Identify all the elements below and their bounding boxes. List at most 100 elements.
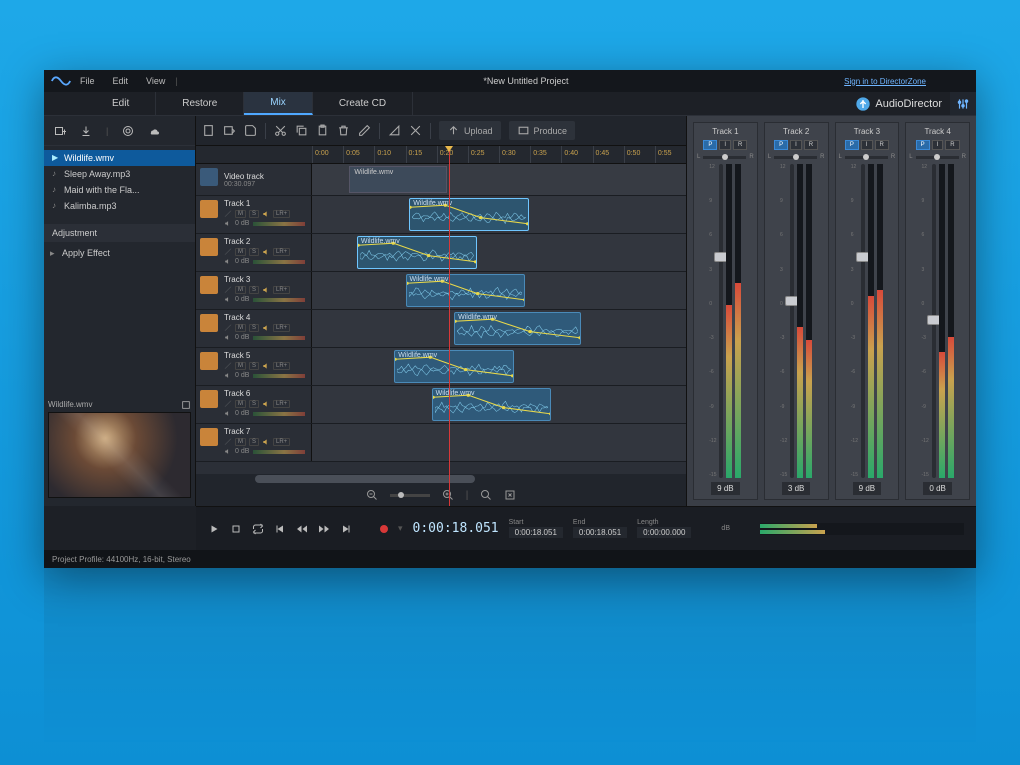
solo-button[interactable]: S	[249, 438, 259, 446]
store-icon[interactable]	[122, 125, 134, 137]
pan-slider[interactable]	[703, 156, 746, 159]
mute-button[interactable]: M	[235, 210, 246, 218]
import-media-icon[interactable]	[223, 124, 236, 137]
solo-button[interactable]: S	[249, 248, 259, 256]
tab-createcd[interactable]: Create CD	[313, 92, 413, 115]
mute-button[interactable]: M	[235, 400, 246, 408]
i-button[interactable]: I	[861, 140, 873, 150]
audio-clip[interactable]: Wildlife.wmv	[394, 350, 514, 383]
audio-clip[interactable]: Wildlife.wmv	[357, 236, 477, 269]
track-lane[interactable]	[312, 424, 686, 461]
track-lane[interactable]: Wildlife.wmv	[312, 348, 686, 385]
track-name[interactable]: Track 4	[224, 313, 305, 322]
file-item[interactable]: Maid with the Fla...	[44, 182, 195, 198]
solo-button[interactable]: S	[249, 324, 259, 332]
p-button[interactable]: P	[845, 140, 859, 150]
draw-icon[interactable]	[224, 286, 232, 294]
apply-effect-button[interactable]: Apply Effect	[44, 242, 195, 264]
preview-thumbnail[interactable]	[48, 412, 191, 498]
pan-slider[interactable]	[774, 156, 817, 159]
fader[interactable]	[932, 164, 936, 478]
fader[interactable]	[861, 164, 865, 478]
lr-button[interactable]: LR+	[273, 210, 290, 218]
zoom-v-icon[interactable]	[480, 489, 492, 501]
menu-edit[interactable]: Edit	[113, 76, 129, 86]
draw-icon[interactable]	[224, 438, 232, 446]
draw-icon[interactable]	[224, 362, 232, 370]
p-button[interactable]: P	[774, 140, 788, 150]
pan-slider[interactable]	[916, 156, 959, 159]
cut-icon[interactable]	[274, 124, 287, 137]
pencil-icon[interactable]	[358, 124, 371, 137]
r-button[interactable]: R	[733, 140, 747, 150]
solo-button[interactable]: S	[249, 362, 259, 370]
next-icon[interactable]	[340, 523, 352, 535]
speaker-icon[interactable]	[262, 324, 270, 332]
prev-icon[interactable]	[274, 523, 286, 535]
forward-icon[interactable]	[318, 523, 330, 535]
track-name[interactable]: Track 6	[224, 389, 305, 398]
p-button[interactable]: P	[916, 140, 930, 150]
speaker-icon[interactable]	[262, 248, 270, 256]
track-lane[interactable]: Wildlife.wmv	[312, 196, 686, 233]
track-lane[interactable]: Wildlife.wmv	[312, 386, 686, 423]
audio-clip[interactable]: Wildlife.wmv	[406, 274, 526, 307]
new-icon[interactable]	[202, 124, 215, 137]
track-lane[interactable]: Wildlife.wmv	[312, 272, 686, 309]
mute-button[interactable]: M	[235, 248, 246, 256]
audio-clip[interactable]: Wildlife.wmv	[454, 312, 581, 345]
draw-icon[interactable]	[224, 248, 232, 256]
menu-file[interactable]: File	[80, 76, 95, 86]
mute-button[interactable]: M	[235, 362, 246, 370]
track-lane[interactable]: Wildlife.wmv	[312, 234, 686, 271]
lr-button[interactable]: LR+	[273, 438, 290, 446]
loop-icon[interactable]	[252, 523, 264, 535]
i-button[interactable]: I	[790, 140, 802, 150]
playhead[interactable]	[449, 146, 450, 506]
audio-clip[interactable]: Wildlife.wmv	[409, 198, 529, 231]
upload-button[interactable]: Upload	[439, 121, 501, 140]
draw-icon[interactable]	[224, 210, 232, 218]
crossfade-icon[interactable]	[409, 124, 422, 137]
speaker-icon[interactable]	[262, 286, 270, 294]
speaker-icon[interactable]	[262, 362, 270, 370]
record-button[interactable]	[380, 525, 388, 533]
draw-icon[interactable]	[224, 400, 232, 408]
i-button[interactable]: I	[719, 140, 731, 150]
track-name[interactable]: Track 1	[224, 199, 305, 208]
download-icon[interactable]	[80, 125, 92, 137]
video-lane[interactable]: Wildlife.wmv	[312, 164, 686, 195]
pan-slider[interactable]	[845, 156, 888, 159]
track-name[interactable]: Track 5	[224, 351, 305, 360]
lr-button[interactable]: LR+	[273, 286, 290, 294]
copy-icon[interactable]	[295, 124, 308, 137]
solo-button[interactable]: S	[249, 400, 259, 408]
signin-link[interactable]: Sign in to DirectorZone	[844, 77, 926, 86]
tab-mix[interactable]: Mix	[244, 92, 313, 115]
save-icon[interactable]	[244, 124, 257, 137]
cloud-icon[interactable]	[148, 125, 160, 137]
tab-restore[interactable]: Restore	[156, 92, 244, 115]
track-lane[interactable]: Wildlife.wmv	[312, 310, 686, 347]
popout-icon[interactable]	[181, 400, 191, 410]
time-ruler[interactable]: 0:000:050:100:150:200:250:300:350:400:45…	[196, 146, 686, 164]
fit-icon[interactable]	[504, 489, 516, 501]
lr-button[interactable]: LR+	[273, 400, 290, 408]
menu-view[interactable]: View	[146, 76, 165, 86]
rewind-icon[interactable]	[296, 523, 308, 535]
play-icon[interactable]	[208, 523, 220, 535]
file-item[interactable]: Wildlife.wmv	[44, 150, 195, 166]
fade-icon[interactable]	[388, 124, 401, 137]
lr-button[interactable]: LR+	[273, 248, 290, 256]
produce-button[interactable]: Produce	[509, 121, 576, 140]
r-button[interactable]: R	[875, 140, 889, 150]
r-button[interactable]: R	[804, 140, 818, 150]
speaker-icon[interactable]	[262, 210, 270, 218]
mute-button[interactable]: M	[235, 286, 246, 294]
solo-button[interactable]: S	[249, 210, 259, 218]
stop-icon[interactable]	[230, 523, 242, 535]
track-name[interactable]: Track 2	[224, 237, 305, 246]
video-clip[interactable]: Wildlife.wmv	[349, 166, 446, 193]
zoom-slider-h[interactable]	[390, 494, 430, 497]
solo-button[interactable]: S	[249, 286, 259, 294]
